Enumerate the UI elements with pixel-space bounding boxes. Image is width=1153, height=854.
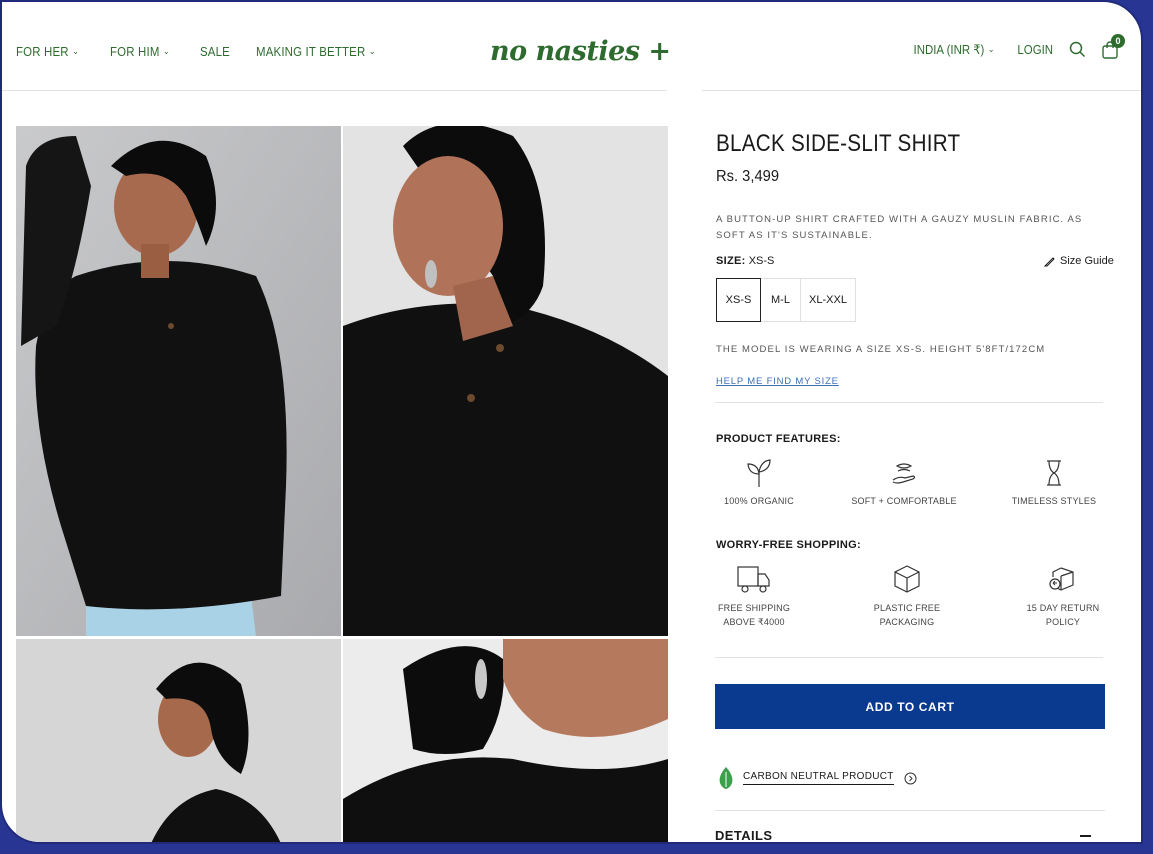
shipping-info: FREE SHIPPING ABOVE ₹4000 [694, 563, 814, 629]
size-option-xs-s[interactable]: XS-S [716, 278, 761, 322]
product-features-title: PRODUCT FEATURES: [716, 433, 841, 445]
header-divider [2, 90, 667, 91]
worry-free-shopping-title: WORRY-FREE SHOPPING: [716, 539, 861, 551]
nav-item-label: SALE [199, 44, 230, 59]
product-image-2[interactable] [343, 126, 668, 636]
feature-soft: SOFT + COMFORTABLE [844, 458, 964, 508]
feature-label: TIMELESS STYLES [1011, 496, 1097, 506]
currency-selector[interactable]: INDIA (INR ₹) ⌄ [914, 42, 995, 58]
nav-item-label: FOR HER [16, 44, 69, 59]
nav-item-label: FOR HIM [109, 44, 160, 59]
nav-item-for-her[interactable]: FOR HER ⌄ [16, 44, 79, 59]
product-title: BLACK SIDE-SLIT SHIRT [716, 130, 961, 157]
packaging-line2: PACKAGING [879, 617, 935, 627]
chevron-down-icon: ⌄ [72, 46, 80, 56]
currency-label: INDIA (INR ₹) [914, 41, 985, 57]
search-icon[interactable] [1069, 41, 1086, 58]
header-actions: INDIA (INR ₹) ⌄ LOGIN 0 [908, 34, 1125, 59]
hourglass-icon [1047, 460, 1061, 486]
size-label: SIZE: [716, 255, 746, 267]
feature-label: 100% ORGANIC [724, 496, 794, 506]
size-option-xl-xxl[interactable]: XL-XXL [801, 278, 856, 322]
login-link[interactable]: LOGIN [1017, 42, 1053, 57]
nav-item-sale[interactable]: SALE [200, 44, 230, 59]
collapse-icon[interactable] [1080, 835, 1091, 837]
box-icon [894, 565, 920, 593]
feature-label: SOFT + COMFORTABLE [851, 496, 957, 506]
size-options: XS-S M-L XL-XXL [716, 278, 856, 322]
brand-logo[interactable]: no nasties + [490, 36, 671, 67]
product-description: A BUTTON-UP SHIRT CRAFTED WITH A GAUZY M… [716, 214, 1083, 241]
nav-item-label: MAKING IT BETTER [255, 44, 366, 59]
main-nav: FOR HER ⌄ FOR HIM ⌄ SALE MAKING IT BETTE… [16, 44, 414, 59]
chevron-down-icon: ⌄ [368, 46, 376, 56]
product-price: Rs. 3,499 [716, 168, 780, 185]
hand-fabric-icon [892, 463, 916, 484]
feature-timeless: TIMELESS STYLES [994, 458, 1114, 508]
page-frame: FOR HER ⌄ FOR HIM ⌄ SALE MAKING IT BETTE… [0, 0, 1143, 844]
product-image-1[interactable] [16, 126, 341, 636]
add-to-cart-button[interactable]: ADD TO CART [715, 684, 1105, 729]
feature-organic: 100% ORGANIC [699, 458, 819, 508]
product-image-3[interactable] [16, 639, 341, 842]
help-find-size-link[interactable]: HELP ME FIND MY SIZE [716, 376, 839, 387]
shipping-line2: ABOVE ₹4000 [723, 617, 785, 627]
size-guide-link[interactable]: Size Guide [1044, 255, 1114, 267]
size-option-m-l[interactable]: M-L [761, 278, 801, 322]
cart-count-badge: 0 [1111, 34, 1125, 48]
packaging-info: PLASTIC FREE PACKAGING [847, 563, 967, 629]
return-line2: POLICY [1045, 617, 1081, 627]
sprout-icon [747, 459, 771, 487]
divider [715, 402, 1103, 403]
chevron-down-icon: ⌄ [988, 44, 996, 54]
return-box-icon [1049, 567, 1074, 591]
size-selected-label: SIZE: XS-S [716, 255, 774, 267]
return-line1: 15 DAY RETURN [1026, 603, 1100, 613]
return-info: 15 DAY RETURN POLICY [1003, 563, 1123, 629]
chevron-right-circle-icon [904, 772, 917, 784]
leaf-icon [719, 767, 733, 789]
ruler-pencil-icon [1044, 256, 1055, 266]
divider [715, 657, 1103, 658]
shipping-line1: FREE SHIPPING [717, 603, 791, 613]
packaging-line1: PLASTIC FREE [873, 603, 941, 613]
carbon-neutral-link[interactable]: CARBON NEUTRAL PRODUCT [718, 766, 917, 790]
header-divider [702, 90, 1141, 91]
chevron-down-icon: ⌄ [162, 46, 170, 56]
nav-item-for-him[interactable]: FOR HIM ⌄ [110, 44, 170, 59]
truck-icon [737, 566, 770, 593]
site-header: FOR HER ⌄ FOR HIM ⌄ SALE MAKING IT BETTE… [2, 2, 1141, 90]
details-accordion-title[interactable]: DETAILS [715, 828, 772, 842]
cart-icon[interactable]: 0 [1101, 34, 1125, 59]
divider [715, 810, 1105, 811]
model-size-note: THE MODEL IS WEARING A SIZE XS-S. HEIGHT… [716, 344, 1046, 355]
product-image-4[interactable] [343, 639, 668, 842]
selected-size: XS-S [748, 255, 775, 267]
nav-item-making-it-better[interactable]: MAKING IT BETTER ⌄ [256, 44, 376, 59]
size-guide-label: Size Guide [1060, 255, 1114, 267]
carbon-neutral-label: CARBON NEUTRAL PRODUCT [743, 771, 894, 785]
